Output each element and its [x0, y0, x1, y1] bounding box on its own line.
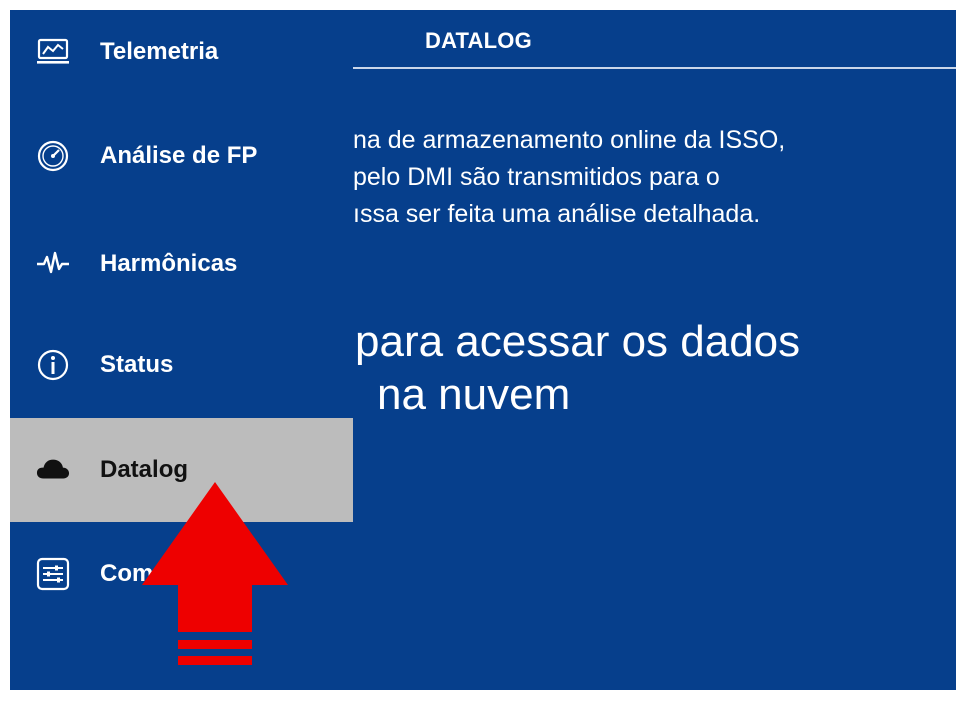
- cloud-access-link[interactable]: para acessar os dados na nuvem: [355, 315, 800, 421]
- description-line: pelo DMI são transmitidos para o: [353, 163, 720, 191]
- cta-line: para acessar os dados: [355, 317, 801, 366]
- info-icon: [36, 348, 70, 382]
- sidebar-item-analise-fp[interactable]: Análise de FP: [10, 104, 353, 208]
- cta-line: na nuvem: [377, 370, 571, 419]
- waveform-icon: [36, 247, 70, 281]
- sidebar-item-label: Harmônicas: [100, 250, 238, 277]
- sidebar-item-label: Telemetria: [100, 38, 219, 65]
- description-line: na de armazenamento online da ISSO,: [353, 126, 786, 154]
- annotation-arrow-icon: [142, 482, 288, 665]
- sidebar-item-label: Análise de FP: [100, 142, 258, 169]
- app-window: DATALOG na de armazenamento online da IS…: [10, 10, 956, 690]
- cloud-icon: [36, 453, 70, 487]
- description-line: ıssa ser feita uma análise detalhada.: [353, 200, 761, 228]
- telemetry-icon: [36, 35, 70, 69]
- description-text: na de armazenamento online da ISSO, pelo…: [353, 122, 785, 233]
- page-title: DATALOG: [425, 28, 532, 53]
- title-divider: [353, 67, 956, 69]
- gauge-icon: [36, 139, 70, 173]
- sidebar-item-status[interactable]: Status: [10, 313, 353, 417]
- sidebar-item-label: Status: [100, 351, 174, 378]
- sidebar-item-telemetria[interactable]: Telemetria: [10, 10, 353, 104]
- sidebar-item-harmonicas[interactable]: Harmônicas: [10, 212, 353, 316]
- sliders-icon: [36, 557, 70, 591]
